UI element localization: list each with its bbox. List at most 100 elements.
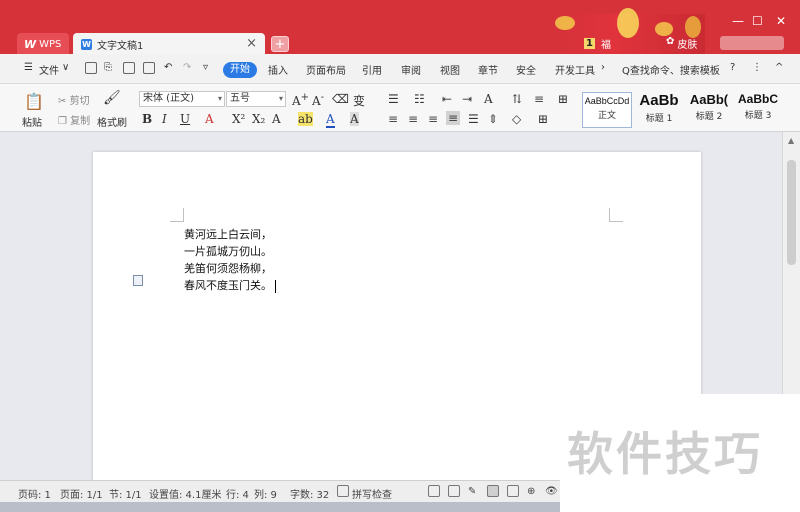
decrease-indent-icon[interactable]: ⇤ — [442, 92, 452, 106]
menu-insert[interactable]: 插入 — [268, 62, 288, 77]
status-word-count[interactable]: 字数: 32 — [290, 486, 329, 501]
undo-icon[interactable]: ↶ — [164, 62, 172, 73]
account-avatar[interactable] — [720, 36, 784, 50]
copy-button[interactable]: ❐ 复制 — [58, 112, 90, 127]
close-window-button[interactable]: ✕ — [776, 14, 786, 28]
menu-page-layout[interactable]: 页面布局 — [306, 62, 346, 77]
font-size-select[interactable]: 五号 ▾ — [226, 91, 286, 107]
tab-document[interactable]: W 文字文稿1 × — [73, 33, 265, 55]
align-center-icon[interactable]: ≡ — [408, 112, 418, 126]
menu-view[interactable]: 视图 — [440, 62, 460, 77]
shading-icon[interactable]: ◇ — [512, 112, 521, 126]
style-heading-3[interactable]: AaBbC 标题 3 — [734, 92, 782, 121]
menu-security[interactable]: 安全 — [516, 62, 536, 77]
line-spacing-icon[interactable]: ≡ — [534, 92, 544, 106]
increase-indent-icon[interactable]: ⇥ — [462, 92, 472, 106]
new-tab-button[interactable]: + — [271, 36, 289, 52]
menu-home-active[interactable]: 开始 — [223, 62, 257, 78]
style-normal[interactable]: AaBbCcDd 正文 — [582, 92, 632, 128]
align-left-icon[interactable]: ≡ — [388, 112, 398, 126]
justify-icon[interactable]: ≡ — [446, 111, 461, 125]
menu-references[interactable]: 引用 — [362, 62, 382, 77]
grow-font-icon[interactable]: A+ — [292, 92, 309, 108]
command-search[interactable]: Q查找命令、搜索模板 — [622, 62, 720, 77]
style-heading-1[interactable]: AaBb 标题 1 — [634, 92, 684, 124]
status-column[interactable]: 列: 9 — [254, 486, 277, 501]
skin-label: 皮肤 — [677, 40, 698, 51]
collapse-ribbon-icon[interactable]: ^ — [775, 62, 783, 73]
text-effect-icon[interactable]: A — [272, 112, 281, 126]
paragraph-spacing-icon[interactable]: ⇕ — [488, 112, 498, 126]
borders-icon[interactable]: ⊞ — [538, 112, 548, 126]
reading-mode-icon[interactable] — [448, 485, 460, 497]
style-label: 标题 3 — [744, 111, 772, 121]
export-icon[interactable]: ⎘ — [104, 62, 112, 73]
redo-icon[interactable]: ↷ — [183, 62, 191, 73]
scroll-up-icon[interactable]: ▲ — [788, 136, 794, 145]
bullets-icon[interactable]: ☰ — [388, 92, 399, 106]
char-shading-icon[interactable]: A — [350, 112, 359, 126]
paste-button[interactable]: 粘贴 — [22, 114, 42, 129]
more-menu-icon[interactable]: › — [601, 62, 605, 73]
fullscreen-icon[interactable] — [428, 485, 440, 497]
align-right-icon[interactable]: ≡ — [428, 112, 438, 126]
paragraph-handle-icon[interactable] — [133, 275, 143, 286]
italic-button[interactable]: I — [162, 112, 167, 126]
strikethrough-icon[interactable]: A — [205, 112, 214, 126]
format-painter-button[interactable]: 格式刷 — [97, 114, 127, 129]
copy-icon: ❐ — [58, 116, 67, 127]
numbering-icon[interactable]: ☷ — [414, 92, 425, 106]
customize-toolbar-icon[interactable]: ▿ — [203, 62, 208, 73]
status-pages[interactable]: 页面: 1/1 — [60, 486, 103, 501]
underline-button[interactable]: U — [180, 112, 190, 126]
paste-icon[interactable]: 📋 — [24, 92, 44, 111]
spell-check-icon[interactable] — [337, 485, 349, 497]
chinese-layout-icon[interactable]: A — [484, 92, 493, 106]
file-dropdown-icon[interactable]: ∨ — [62, 62, 69, 73]
distribute-icon[interactable]: ☰ — [468, 112, 479, 126]
subscript-icon[interactable]: X₂ — [252, 112, 265, 126]
highlight-icon[interactable]: ab — [298, 112, 313, 126]
document-text[interactable]: 黄河远上白云间， 一片孤城万仞山。 羌笛何须怨杨柳， 春风不度玉门关。 — [184, 226, 276, 294]
pen-icon[interactable]: ✎ — [468, 486, 476, 497]
menu-review[interactable]: 审阅 — [401, 62, 421, 77]
skin-button[interactable]: ✿ 皮肤 — [666, 36, 697, 51]
user-area[interactable]: 1 福 — [584, 36, 611, 51]
maximize-button[interactable]: ☐ — [752, 14, 763, 28]
status-setting[interactable]: 设置值: 4.1厘米 — [149, 486, 221, 501]
menu-chapter[interactable]: 章节 — [478, 62, 498, 77]
minimize-button[interactable]: — — [732, 14, 744, 28]
hamburger-icon[interactable]: ☰ — [24, 62, 33, 73]
status-page-number[interactable]: 页码: 1 — [18, 486, 51, 501]
more-options-icon[interactable]: ⋮ — [752, 62, 762, 73]
status-section[interactable]: 节: 1/1 — [109, 486, 142, 501]
menu-developer[interactable]: 开发工具 — [555, 62, 595, 77]
spell-check-button[interactable]: 拼写检查 — [352, 486, 392, 501]
help-icon[interactable]: ? — [730, 62, 735, 73]
eye-protection-icon[interactable]: 👁 — [545, 486, 558, 497]
scrollbar-thumb[interactable] — [787, 160, 796, 265]
menu-file[interactable]: 文件 — [39, 62, 59, 77]
sort-icon[interactable]: ⇅ — [512, 92, 522, 106]
superscript-icon[interactable]: X² — [232, 112, 245, 126]
tab-wps-home[interactable]: W WPS — [17, 33, 69, 55]
shrink-font-icon[interactable]: A- — [312, 92, 324, 108]
cut-button[interactable]: ✂ 剪切 — [58, 92, 90, 107]
page-view-icon[interactable] — [487, 485, 499, 497]
print-preview-icon[interactable] — [143, 62, 155, 74]
phonetic-icon[interactable]: 变 — [353, 92, 365, 109]
print-icon[interactable] — [123, 62, 135, 74]
close-tab-icon[interactable]: × — [246, 36, 257, 51]
format-painter-icon[interactable]: 🖌 — [103, 90, 121, 106]
save-icon[interactable] — [85, 62, 97, 74]
bold-button[interactable]: B — [142, 112, 152, 126]
font-name-select[interactable]: 宋体 (正文) ▾ — [139, 91, 225, 107]
font-color-icon[interactable]: A — [326, 112, 335, 128]
clear-format-icon[interactable]: ⌫ — [332, 92, 349, 106]
outline-view-icon[interactable] — [507, 485, 519, 497]
status-row[interactable]: 行: 4 — [226, 486, 249, 501]
table-icon[interactable]: ⊞ — [558, 92, 568, 106]
web-view-icon[interactable]: ⊕ — [527, 486, 535, 497]
style-heading-2[interactable]: AaBb( 标题 2 — [684, 92, 734, 122]
font-size-value: 五号 — [230, 93, 250, 104]
